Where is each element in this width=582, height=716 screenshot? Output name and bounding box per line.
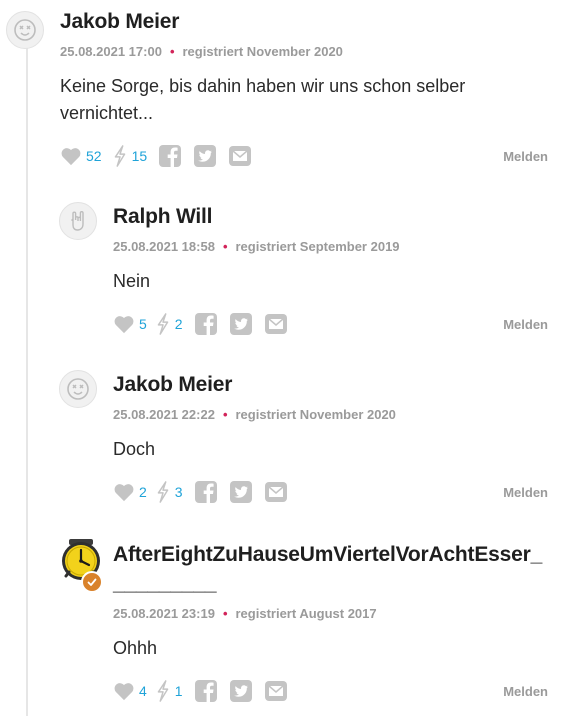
flash-count: 3: [174, 484, 183, 500]
comment-meta: 25.08.2021 22:22 • registriert November 20…: [113, 407, 396, 422]
like-count: 5: [139, 316, 147, 332]
share-twitter-button[interactable]: [229, 680, 252, 702]
like-count: 52: [86, 148, 102, 164]
facebook-icon: [194, 481, 217, 503]
share-twitter-button[interactable]: [194, 145, 217, 167]
twitter-icon: [229, 481, 252, 503]
separator-dot: •: [222, 606, 228, 621]
comment-date: 25.08.2021 22:22: [113, 407, 215, 422]
like-count: 2: [139, 484, 147, 500]
comment-actions: 52 15: [60, 144, 252, 168]
author-name-line[interactable]: _________: [113, 569, 553, 598]
twitter-icon: [229, 313, 252, 335]
avatar[interactable]: [59, 370, 97, 408]
comment-text: Keine Sorge, bis dahin haben wir uns sch…: [60, 76, 466, 123]
like-button[interactable]: 4: [113, 681, 147, 701]
report-link[interactable]: Melden: [503, 149, 548, 164]
share-email-button[interactable]: [264, 314, 287, 334]
like-button[interactable]: 52: [60, 146, 102, 166]
email-icon: [264, 681, 287, 701]
like-count: 4: [139, 683, 147, 699]
author-name[interactable]: AfterEightZuHauseUmViertelVorAchtEsser_ …: [113, 540, 553, 598]
comment-text: Nein: [113, 271, 151, 291]
comment-date: 25.08.2021 17:00: [60, 44, 162, 59]
facebook-icon: [194, 313, 217, 335]
twitter-icon: [194, 145, 217, 167]
heart-icon: [114, 683, 134, 701]
share-email-button[interactable]: [264, 482, 287, 502]
lightning-icon: [157, 313, 169, 335]
avatar[interactable]: [6, 11, 44, 49]
registered-since: registriert November 2020: [235, 407, 396, 422]
comment-meta: 25.08.2021 23:19 • registriert August 2017: [113, 606, 377, 621]
rock-hand-icon: [71, 211, 84, 231]
email-icon: [229, 146, 252, 166]
comment-date: 25.08.2021 18:58: [113, 239, 215, 254]
comment-meta: 25.08.2021 17:00 • registriert November 20…: [60, 44, 343, 59]
separator-dot: •: [222, 407, 228, 422]
share-facebook-button[interactable]: [194, 481, 217, 503]
author-name[interactable]: Ralph Will: [113, 205, 213, 229]
dizzy-face-icon: [67, 378, 89, 400]
flash-button[interactable]: 1: [155, 680, 183, 702]
checkmark-icon: [87, 578, 97, 586]
report-link[interactable]: Melden: [503, 684, 548, 699]
registered-since: registriert September 2019: [235, 239, 400, 254]
share-facebook-button[interactable]: [194, 680, 217, 702]
report-link[interactable]: Melden: [503, 317, 548, 332]
comment-meta: 25.08.2021 18:58 • registriert September 2…: [113, 239, 400, 254]
author-name-line[interactable]: AfterEightZuHauseUmViertelVorAchtEsser_: [113, 540, 553, 569]
thread-line: [26, 44, 28, 716]
share-email-button[interactable]: [229, 146, 252, 166]
registered-since: registriert November 2020: [182, 44, 343, 59]
like-button[interactable]: 2: [113, 482, 147, 502]
share-email-button[interactable]: [264, 681, 287, 701]
lightning-icon: [157, 481, 169, 503]
twitter-icon: [229, 680, 252, 702]
author-name[interactable]: Jakob Meier: [113, 373, 232, 397]
lightning-icon: [114, 145, 125, 167]
like-button[interactable]: 5: [113, 314, 147, 334]
lightning-icon: [157, 680, 169, 702]
facebook-icon: [159, 145, 182, 167]
share-twitter-button[interactable]: [229, 481, 252, 503]
email-icon: [264, 482, 287, 502]
comment-text: Doch: [113, 439, 156, 459]
share-twitter-button[interactable]: [229, 313, 252, 335]
share-facebook-button[interactable]: [194, 313, 217, 335]
heart-icon: [61, 148, 81, 166]
comment-actions: 5 2: [113, 312, 287, 336]
email-icon: [264, 314, 287, 334]
avatar[interactable]: [59, 202, 97, 240]
comment-actions: 4 1: [113, 679, 287, 703]
flash-button[interactable]: 15: [112, 145, 148, 167]
flash-count: 1: [174, 683, 183, 699]
heart-icon: [114, 484, 134, 502]
comment-actions: 2 3: [113, 480, 287, 504]
flash-button[interactable]: 2: [155, 313, 183, 335]
registered-since: registriert August 2017: [235, 606, 377, 621]
flash-count: 15: [131, 148, 148, 164]
share-facebook-button[interactable]: [159, 145, 182, 167]
report-link[interactable]: Melden: [503, 485, 548, 500]
author-name[interactable]: Jakob Meier: [60, 10, 179, 34]
heart-icon: [114, 316, 134, 334]
facebook-icon: [194, 680, 217, 702]
separator-dot: •: [169, 44, 175, 59]
comment-text: Ohhh: [113, 638, 158, 658]
flash-count: 2: [174, 316, 183, 332]
dizzy-face-icon: [14, 19, 36, 41]
verified-badge: [81, 571, 103, 593]
comment-date: 25.08.2021 23:19: [113, 606, 215, 621]
separator-dot: •: [222, 239, 228, 254]
flash-button[interactable]: 3: [155, 481, 183, 503]
